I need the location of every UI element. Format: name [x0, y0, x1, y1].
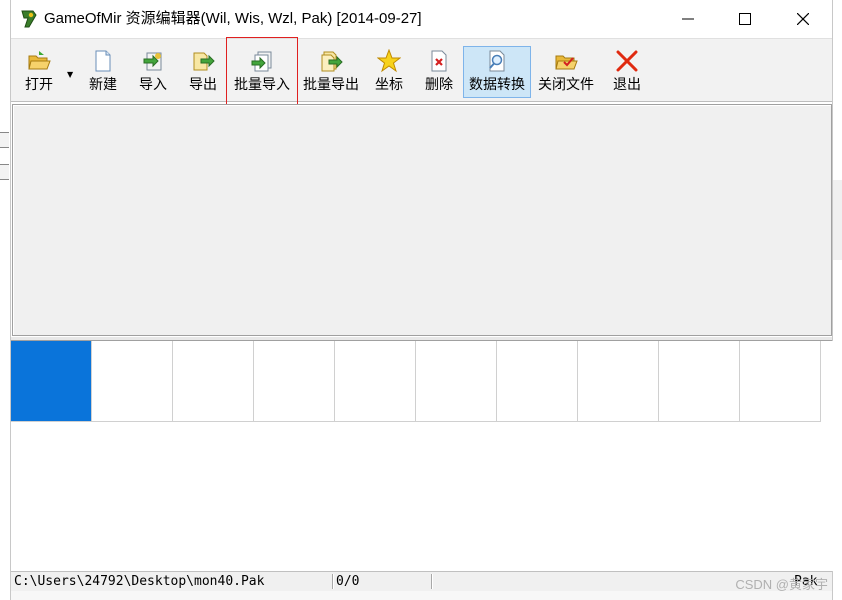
background-control — [0, 132, 9, 148]
open-dropdown-arrow[interactable]: ▼ — [67, 70, 73, 79]
watermark-text: CSDN @黄家宇 — [735, 577, 828, 592]
delete-button[interactable]: 删除 — [419, 47, 459, 97]
import-label: 导入 — [139, 77, 167, 93]
image-preview-panel — [12, 104, 832, 336]
minimize-icon — [682, 18, 694, 20]
coordinates-button[interactable]: 坐标 — [369, 47, 409, 97]
thumbnail-cell[interactable] — [416, 341, 497, 422]
batch-export-label: 批量导出 — [303, 77, 359, 93]
star-icon — [377, 49, 401, 73]
background-control — [0, 164, 9, 180]
exit-button[interactable]: 退出 — [607, 47, 647, 97]
convert-icon — [489, 50, 505, 72]
thumbnail-cell[interactable] — [659, 341, 740, 422]
open-button[interactable]: 打开 — [17, 47, 61, 97]
thumbnail-cell[interactable] — [740, 341, 821, 422]
close-icon — [797, 13, 809, 25]
status-bar: C:\Users\24792\Desktop\mon40.Pak 0/0 Pak — [11, 571, 832, 591]
delete-label: 删除 — [425, 77, 453, 93]
batch-export-button[interactable]: 批量导出 — [299, 47, 363, 97]
exit-label: 退出 — [613, 77, 641, 93]
close-file-label: 关闭文件 — [538, 77, 594, 93]
status-separator — [431, 574, 433, 589]
thumbnail-cell[interactable] — [173, 341, 254, 422]
exit-icon — [616, 50, 638, 72]
coordinates-label: 坐标 — [375, 77, 403, 93]
thumbnail-row — [11, 341, 821, 422]
thumbnail-cell[interactable] — [578, 341, 659, 422]
window-title: GameOfMir 资源编辑器(Wil, Wis, Wzl, Pak) [201… — [44, 10, 422, 27]
maximize-button[interactable] — [716, 0, 774, 38]
export-label: 导出 — [189, 77, 217, 93]
open-label: 打开 — [25, 77, 53, 93]
status-count: 0/0 — [336, 574, 360, 589]
folder-open-icon — [28, 51, 51, 70]
convert-data-button[interactable]: 数据转换 — [463, 46, 531, 98]
minimize-button[interactable] — [659, 0, 717, 38]
app-window: GameOfMir 资源编辑器(Wil, Wis, Wzl, Pak) [201… — [10, 0, 833, 600]
app-icon — [21, 10, 37, 28]
batch-import-icon — [251, 51, 272, 72]
thumbnail-cell[interactable] — [254, 341, 335, 422]
export-icon — [193, 52, 215, 71]
close-file-icon — [555, 55, 578, 70]
title-bar: GameOfMir 资源编辑器(Wil, Wis, Wzl, Pak) [201… — [11, 0, 832, 38]
export-button[interactable]: 导出 — [183, 47, 223, 97]
batch-export-icon — [321, 51, 343, 72]
maximize-icon — [739, 13, 751, 25]
background-window-edge-left — [0, 100, 10, 220]
import-button[interactable]: 导入 — [133, 47, 173, 97]
import-icon — [143, 52, 162, 71]
batch-import-label: 批量导入 — [234, 77, 290, 93]
thumbnail-cell[interactable] — [335, 341, 416, 422]
delete-icon — [431, 50, 447, 72]
new-label: 新建 — [89, 77, 117, 93]
close-file-button[interactable]: 关闭文件 — [535, 47, 597, 97]
status-file-path: C:\Users\24792\Desktop\mon40.Pak — [14, 574, 265, 589]
thumbnail-cell[interactable] — [497, 341, 578, 422]
thumbnail-grid-area[interactable] — [11, 341, 833, 571]
close-window-button[interactable] — [774, 0, 832, 38]
thumbnail-cell-selected[interactable] — [11, 341, 92, 422]
new-button[interactable]: 新建 — [83, 47, 123, 97]
convert-data-label: 数据转换 — [469, 77, 525, 93]
thumbnail-cell[interactable] — [92, 341, 173, 422]
window-bottom-edge — [11, 591, 832, 600]
new-file-icon — [95, 50, 111, 72]
batch-import-button[interactable]: 批量导入 — [231, 47, 293, 97]
status-separator — [332, 574, 334, 589]
toolbar: 打开 ▼ 新建 导入 导出 批量导入 批量导出 坐标 删除 数据转换 关闭文件 … — [11, 38, 832, 102]
